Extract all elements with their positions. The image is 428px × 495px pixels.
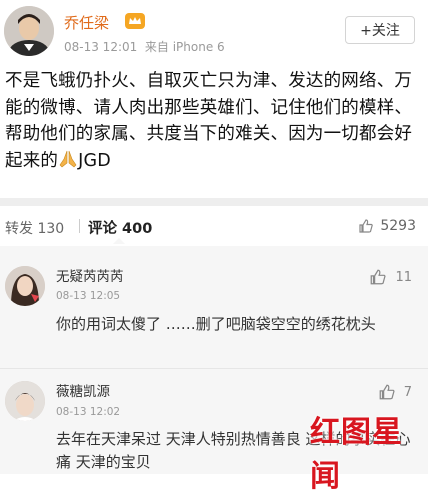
watermark-logo: 红图星闻 bbox=[310, 415, 403, 494]
tab-separator bbox=[79, 219, 80, 233]
comment-like-count: 11 bbox=[395, 269, 412, 285]
comment-like-count: 7 bbox=[403, 384, 412, 400]
post-tabs: 转发 130 评论 400 5293 bbox=[0, 206, 428, 246]
author-name[interactable]: 乔任梁 bbox=[64, 12, 109, 33]
weibo-post: 乔任梁 08-13 12:01 来自 iPhone 6 +关注 不是飞蛾仍扑火、… bbox=[0, 0, 428, 200]
comment-like-button[interactable]: 11 bbox=[369, 268, 412, 286]
vip-crown-icon bbox=[125, 13, 145, 29]
tab-like[interactable]: 5293 bbox=[358, 218, 416, 234]
post-text-tail: JGD bbox=[78, 150, 111, 171]
pray-hands-icon bbox=[59, 150, 77, 167]
post-time: 08-13 12:01 bbox=[64, 40, 138, 54]
tab-indicator bbox=[113, 238, 125, 244]
commenter-avatar-image bbox=[5, 381, 45, 421]
comment-text: 你的用词太傻了 ……删了吧脑袋空空的绣花枕头 bbox=[56, 315, 376, 333]
commenter-avatar-image bbox=[5, 266, 45, 306]
comment-item: 无疑芮芮芮 08-13 12:05 11 你的用词太傻了 ……删了吧脑袋空空的绣… bbox=[0, 246, 428, 368]
comment-like-button[interactable]: 7 bbox=[378, 383, 412, 401]
thumbs-up-icon bbox=[371, 269, 387, 285]
thumbs-up-icon bbox=[359, 219, 374, 233]
comment-time: 08-13 12:05 bbox=[56, 290, 121, 302]
tab-comment[interactable]: 评论 400 bbox=[88, 217, 152, 238]
commenter-avatar[interactable] bbox=[5, 381, 45, 421]
commenter-avatar[interactable] bbox=[5, 266, 45, 306]
like-count: 5293 bbox=[380, 218, 416, 234]
tab-repost[interactable]: 转发 130 bbox=[5, 218, 64, 238]
commenter-name[interactable]: 无疑芮芮芮 bbox=[56, 265, 124, 285]
follow-button[interactable]: +关注 bbox=[345, 16, 415, 44]
post-source: 来自 iPhone 6 bbox=[144, 40, 225, 54]
post-body: 不是飞蛾仍扑火、自取灭亡只为津、发达的网络、万能的微博、请人肉出那些英雄们、记住… bbox=[5, 68, 423, 174]
post-meta: 08-13 12:01 来自 iPhone 6 bbox=[64, 38, 225, 55]
author-avatar[interactable] bbox=[4, 6, 54, 56]
section-divider bbox=[0, 198, 428, 206]
commenter-name[interactable]: 薇糖凯源 bbox=[56, 380, 110, 400]
author-avatar-image bbox=[4, 6, 54, 56]
thumbs-up-icon bbox=[379, 384, 395, 400]
comment-time: 08-13 12:02 bbox=[56, 406, 121, 418]
